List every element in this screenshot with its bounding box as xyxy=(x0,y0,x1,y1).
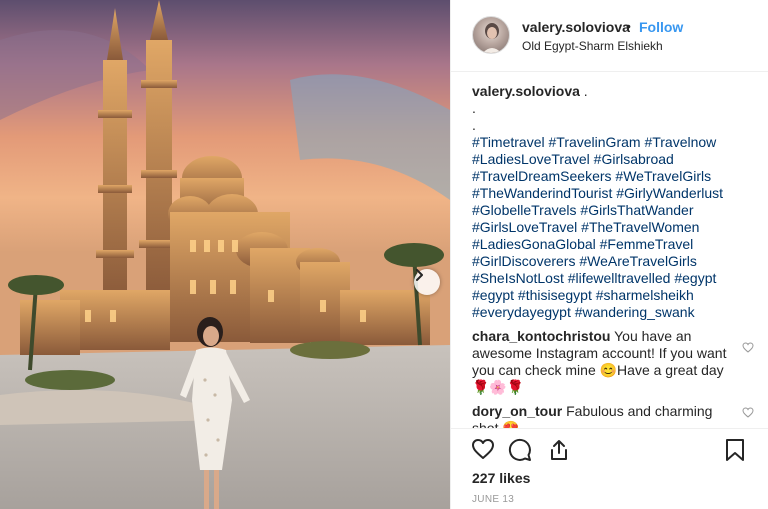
post-header: valery.soloviova • Follow Old Egypt-Shar… xyxy=(451,0,768,72)
hashtag-line[interactable]: #everydayegypt #wandering_swank xyxy=(472,304,762,321)
comments-list[interactable]: valery.soloviova . . . #Timetravel #Trav… xyxy=(472,83,762,428)
comment-button[interactable] xyxy=(508,438,532,467)
hashtag-line[interactable]: #SheIsNotLost #lifewelltravelled #egypt xyxy=(472,270,762,287)
likes-count[interactable]: 227 likes xyxy=(472,470,530,486)
share-icon xyxy=(551,440,567,460)
avatar[interactable] xyxy=(472,16,510,54)
heart-icon xyxy=(742,342,754,353)
heart-icon xyxy=(742,407,754,418)
post-location[interactable]: Old Egypt-Sharm Elshiekh xyxy=(522,39,663,53)
comment-username[interactable]: dory_on_tour xyxy=(472,403,562,419)
post-photo[interactable] xyxy=(0,0,450,509)
comment-item: dory_on_tour Fabulous and charming shot … xyxy=(472,403,762,428)
post-side-panel: valery.soloviova • Follow Old Egypt-Shar… xyxy=(450,0,768,509)
post-date[interactable]: JUNE 13 xyxy=(472,494,514,505)
hashtag-line[interactable]: #GirlsLoveTravel #TheTravelWomen xyxy=(472,219,762,236)
follow-button[interactable]: Follow xyxy=(639,19,683,35)
chevron-right-icon xyxy=(416,269,423,281)
comment-like-button[interactable] xyxy=(742,340,754,357)
share-button[interactable] xyxy=(547,438,571,467)
caption-username[interactable]: valery.soloviova xyxy=(472,83,580,99)
save-button[interactable] xyxy=(725,438,745,467)
hashtag-line[interactable]: #GlobelleTravels #GirlsThatWander xyxy=(472,202,762,219)
comment-username[interactable]: chara_kontochristou xyxy=(472,328,610,344)
carousel-next-button[interactable] xyxy=(414,269,440,295)
caption: valery.soloviova . . . #Timetravel #Trav… xyxy=(472,83,762,321)
post-username[interactable]: valery.soloviova xyxy=(522,19,630,35)
hashtag-line[interactable]: #TheWanderindTourist #GirlyWanderlust xyxy=(472,185,762,202)
caption-header: valery.soloviova . xyxy=(472,83,762,100)
hashtag-line[interactable]: #LadiesGonaGlobal #FemmeTravel xyxy=(472,236,762,253)
header-separator: • xyxy=(626,18,631,34)
comment-icon xyxy=(508,438,531,461)
like-button[interactable] xyxy=(471,438,495,465)
action-bar xyxy=(451,428,768,466)
comment-item: chara_kontochristou You have an awesome … xyxy=(472,328,762,396)
comment-like-button[interactable] xyxy=(742,405,754,422)
bookmark-icon xyxy=(726,439,744,461)
hashtag-line[interactable]: #TravelDreamSeekers #WeTravelGirls xyxy=(472,168,762,185)
avatar-image xyxy=(482,23,502,53)
hashtag-line[interactable]: #egypt #thisisegypt #sharmelsheikh xyxy=(472,287,762,304)
mosque-photo-illustration xyxy=(0,0,450,509)
hashtag-line[interactable]: #GirlDiscoverers #WeAreTravelGirls xyxy=(472,253,762,270)
hashtag-line[interactable]: #LadiesLoveTravel #Girlsabroad xyxy=(472,151,762,168)
caption-text: . xyxy=(579,83,588,99)
heart-icon xyxy=(472,439,494,459)
hashtag-line[interactable]: #Timetravel #TravelinGram #Travelnow xyxy=(472,134,762,151)
caption-dot: . xyxy=(472,100,476,116)
caption-dot: . xyxy=(472,117,476,133)
